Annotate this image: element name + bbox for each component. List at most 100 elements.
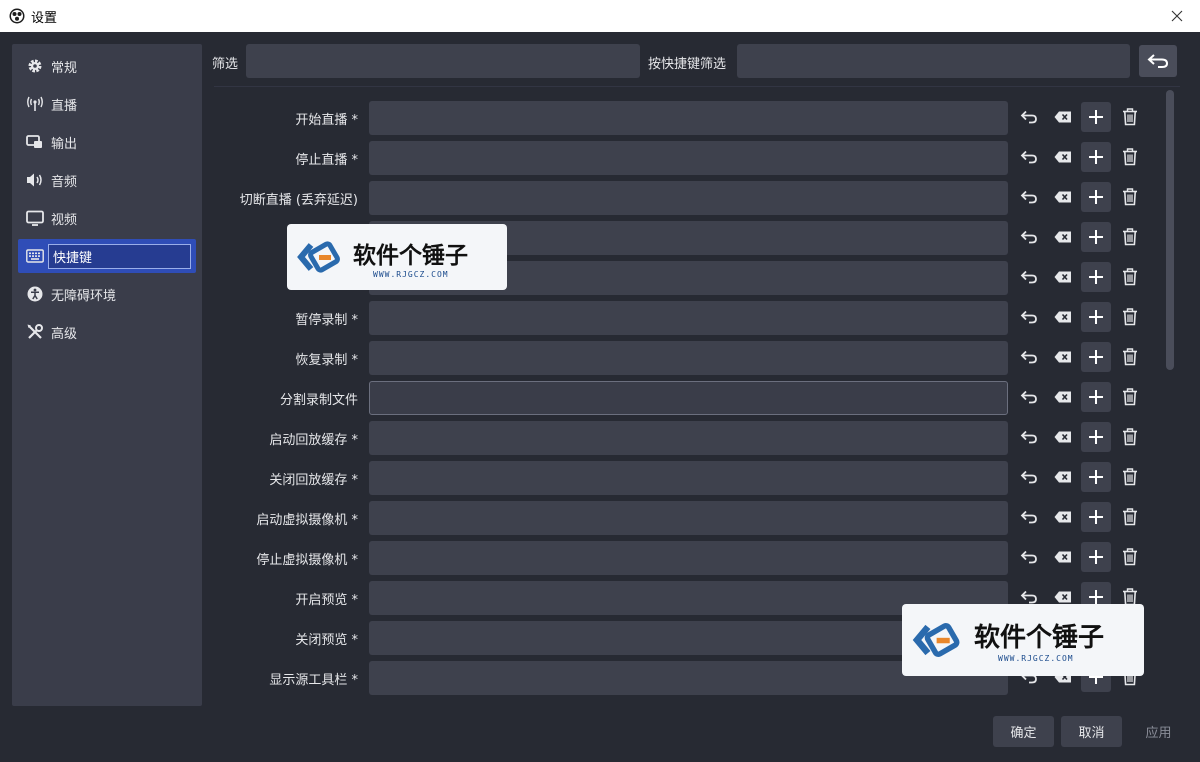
- scrollbar[interactable]: [1166, 90, 1174, 370]
- ok-button[interactable]: 确定: [993, 716, 1054, 747]
- hotkey-input[interactable]: [369, 341, 1008, 375]
- sidebar-item-hotkeys[interactable]: 快捷键: [18, 239, 196, 273]
- clear-button[interactable]: [1048, 302, 1078, 332]
- trash-icon: [1123, 228, 1137, 246]
- hotkey-filter-input[interactable]: [737, 44, 1130, 78]
- revert-button[interactable]: [1014, 502, 1044, 532]
- clear-button[interactable]: [1048, 142, 1078, 172]
- revert-button[interactable]: [1014, 262, 1044, 292]
- clear-button[interactable]: [1048, 542, 1078, 572]
- add-button[interactable]: [1081, 422, 1111, 452]
- add-button[interactable]: [1081, 102, 1111, 132]
- hotkey-label: 开启预览 *: [295, 593, 358, 608]
- revert-button[interactable]: [1014, 142, 1044, 172]
- remove-button[interactable]: [1115, 382, 1145, 412]
- add-button[interactable]: [1081, 502, 1111, 532]
- sidebar-item-general[interactable]: 常规: [18, 49, 196, 83]
- sidebar-item-label: 直播: [51, 98, 78, 114]
- trash-icon: [1123, 348, 1137, 366]
- clear-button[interactable]: [1048, 422, 1078, 452]
- add-button[interactable]: [1081, 262, 1111, 292]
- sidebar-item-accessibility[interactable]: 无障碍环境: [18, 277, 196, 311]
- watermark-subtitle: WWW.RJGCZ.COM: [373, 269, 449, 279]
- revert-button[interactable]: [1014, 182, 1044, 212]
- hotkey-input[interactable]: [369, 541, 1008, 575]
- backspace-icon: [1054, 391, 1071, 403]
- backspace-icon: [1054, 351, 1071, 363]
- remove-button[interactable]: [1115, 422, 1145, 452]
- clear-button[interactable]: [1048, 502, 1078, 532]
- clear-button[interactable]: [1048, 222, 1078, 252]
- undo-icon: [1020, 350, 1037, 364]
- revert-button[interactable]: [1014, 222, 1044, 252]
- clear-button[interactable]: [1048, 262, 1078, 292]
- hotkey-input[interactable]: [369, 181, 1008, 215]
- remove-button[interactable]: [1115, 182, 1145, 212]
- hotkey-input[interactable]: [369, 101, 1008, 135]
- reset-filter-button[interactable]: [1139, 45, 1177, 77]
- trash-icon: [1123, 468, 1137, 486]
- remove-button[interactable]: [1115, 462, 1145, 492]
- sidebar-item-output[interactable]: 输出: [18, 125, 196, 159]
- clear-button[interactable]: [1048, 342, 1078, 372]
- hotkey-input[interactable]: [369, 381, 1008, 415]
- revert-button[interactable]: [1014, 462, 1044, 492]
- remove-button[interactable]: [1115, 542, 1145, 572]
- add-button[interactable]: [1081, 222, 1111, 252]
- plus-icon: [1089, 110, 1103, 124]
- trash-icon: [1123, 548, 1137, 566]
- plus-icon: [1089, 390, 1103, 404]
- revert-button[interactable]: [1014, 422, 1044, 452]
- sidebar-item-label: 常规: [51, 60, 78, 76]
- revert-button[interactable]: [1014, 542, 1044, 572]
- remove-button[interactable]: [1115, 502, 1145, 532]
- remove-button[interactable]: [1115, 222, 1145, 252]
- hotkey-input[interactable]: [369, 461, 1008, 495]
- sidebar-item-audio[interactable]: 音频: [18, 163, 196, 197]
- backspace-icon: [1054, 591, 1071, 603]
- hotkey-label: 恢复录制 *: [295, 353, 358, 368]
- clear-button[interactable]: [1048, 102, 1078, 132]
- sidebar-item-video[interactable]: 视频: [18, 201, 196, 235]
- hotkey-input[interactable]: [369, 501, 1008, 535]
- close-button[interactable]: [1154, 0, 1200, 32]
- undo-icon: [1020, 390, 1037, 404]
- hotkey-input[interactable]: [369, 421, 1008, 455]
- remove-button[interactable]: [1115, 142, 1145, 172]
- add-button[interactable]: [1081, 142, 1111, 172]
- sidebar-item-label: 音频: [51, 174, 78, 190]
- trash-icon: [1123, 148, 1137, 166]
- revert-button[interactable]: [1014, 102, 1044, 132]
- undo-icon: [1020, 430, 1037, 444]
- filter-input[interactable]: [246, 44, 640, 78]
- add-button[interactable]: [1081, 302, 1111, 332]
- clear-button[interactable]: [1048, 182, 1078, 212]
- remove-button[interactable]: [1115, 302, 1145, 332]
- add-button[interactable]: [1081, 182, 1111, 212]
- remove-button[interactable]: [1115, 262, 1145, 292]
- revert-button[interactable]: [1014, 342, 1044, 372]
- remove-button[interactable]: [1115, 102, 1145, 132]
- sidebar-item-stream[interactable]: 直播: [18, 87, 196, 121]
- hotkey-input[interactable]: [369, 301, 1008, 335]
- remove-button[interactable]: [1115, 342, 1145, 372]
- trash-icon: [1123, 188, 1137, 206]
- sidebar-item-advanced[interactable]: 高级: [18, 315, 196, 349]
- revert-button[interactable]: [1014, 382, 1044, 412]
- add-button[interactable]: [1081, 462, 1111, 492]
- add-button[interactable]: [1081, 342, 1111, 372]
- add-button[interactable]: [1081, 542, 1111, 572]
- close-icon: [1171, 10, 1183, 22]
- hotkey-input[interactable]: [369, 141, 1008, 175]
- clear-button[interactable]: [1048, 382, 1078, 412]
- broadcast-icon: [26, 95, 44, 113]
- revert-button[interactable]: [1014, 302, 1044, 332]
- hotkey-label: 显示源工具栏 *: [269, 673, 358, 688]
- add-button[interactable]: [1081, 382, 1111, 412]
- cancel-button[interactable]: 取消: [1061, 716, 1122, 747]
- clear-button[interactable]: [1048, 462, 1078, 492]
- sidebar-item-label: 视频: [51, 212, 78, 228]
- accessibility-icon: [26, 285, 44, 303]
- apply-button[interactable]: 应用: [1128, 716, 1189, 747]
- undo-icon: [1020, 510, 1037, 524]
